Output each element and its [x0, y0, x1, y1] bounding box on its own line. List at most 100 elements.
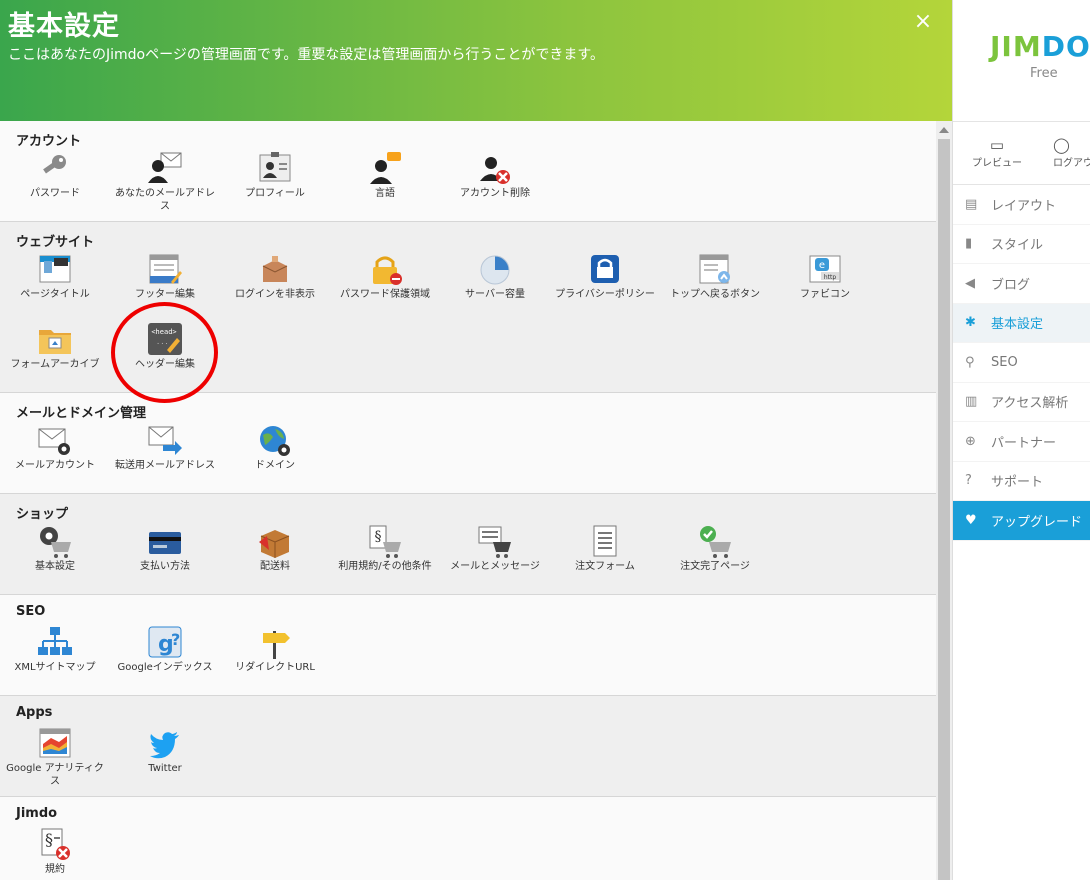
sidebar-item-8[interactable]: ♥ アップグレード: [953, 501, 1090, 541]
settings-item-label: ログインを非表示: [235, 289, 315, 300]
sidebar-item-label: スタイル: [991, 238, 1044, 254]
settings-item[interactable]: リダイレクトURL: [220, 625, 330, 695]
section-4: SEO XMLサイトマップ g? Googleインデックス リダイレクトURL: [0, 595, 936, 696]
settings-item[interactable]: メールアカウント: [0, 423, 110, 493]
settings-item[interactable]: ドメイン: [220, 423, 330, 493]
sidebar-item-0[interactable]: ▤ レイアウト: [953, 185, 1090, 225]
section-0: アカウント パスワード あなたのメールアドレス プロフィール 言語 アカウント削除: [0, 121, 936, 222]
sidebar-top-actions: ▭ プレビュー ◯ ログアウト: [953, 121, 1090, 185]
jimdo-logo[interactable]: JIMDO: [990, 30, 1090, 63]
settings-panel: 基本設定 ここはあなたのJimdoページの管理画面です。重要な設定は管理画面から…: [0, 0, 952, 880]
settings-item[interactable]: 支払い方法: [110, 524, 220, 594]
settings-item-label: Twitter: [148, 763, 182, 774]
section-items: ページタイトル フッター編集 ログインを非表示 パスワード保護領域 サーバー容量 プライバ…: [0, 252, 936, 392]
settings-item[interactable]: § 利用規約/その他条件: [330, 524, 440, 594]
settings-item[interactable]: Google アナリティクス: [0, 726, 110, 796]
user-delete-icon: [477, 151, 513, 185]
settings-item[interactable]: ページタイトル: [0, 252, 110, 322]
settings-item[interactable]: フォームアーカイブ: [0, 322, 110, 392]
preview-button[interactable]: ▭ プレビュー: [967, 136, 1027, 169]
analytics-icon: [37, 726, 73, 760]
settings-item-label: リダイレクトURL: [235, 662, 315, 673]
plan-label: Free: [1030, 66, 1058, 81]
settings-item[interactable]: トップへ戻るボタン: [660, 252, 770, 322]
settings-item[interactable]: e http ファビコン: [770, 252, 880, 322]
settings-item[interactable]: メールとメッセージ: [440, 524, 550, 594]
cart-message-icon: [477, 524, 513, 558]
settings-item[interactable]: フッター編集: [110, 252, 220, 322]
settings-item-label: 言語: [375, 188, 395, 199]
sidebar-item-label: サポート: [991, 475, 1044, 491]
settings-item-label: プロフィール: [245, 188, 305, 199]
settings-item-label: パスワード保護領域: [340, 289, 430, 300]
sidebar-item-4[interactable]: ⚲ SEO: [953, 343, 1090, 383]
svg-text:§: §: [375, 529, 382, 545]
sidebar-item-2[interactable]: ◀ ブログ: [953, 264, 1090, 304]
settings-item[interactable]: 転送用メールアドレス: [110, 423, 220, 493]
settings-item[interactable]: パスワード: [0, 151, 110, 221]
settings-content: アカウント パスワード あなたのメールアドレス プロフィール 言語 アカウント削除 ウェブサ…: [0, 121, 936, 880]
user-speech-icon: [367, 151, 403, 185]
user-mail-icon: [147, 151, 183, 185]
google-index-icon: g?: [147, 625, 183, 659]
settings-item-label: Googleインデックス: [117, 662, 213, 673]
scroll-up-arrow[interactable]: [939, 127, 949, 133]
plus-circle-icon: ⊕: [965, 433, 976, 449]
credit-card-icon: [147, 524, 183, 558]
settings-item[interactable]: プライバシーポリシー: [550, 252, 660, 322]
settings-item[interactable]: アカウント削除: [440, 151, 550, 221]
page-subtitle: ここはあなたのJimdoページの管理画面です。重要な設定は管理画面から行うことが…: [8, 47, 605, 63]
pie-chart-icon: [477, 252, 513, 286]
settings-item-label: フォームアーカイブ: [10, 359, 100, 370]
section-title: メールとドメイン管理: [16, 406, 147, 421]
bar-chart-icon: ▥: [965, 394, 978, 410]
panel-header: 基本設定 ここはあなたのJimdoページの管理画面です。重要な設定は管理画面から…: [0, 0, 952, 121]
scrollbar-thumb[interactable]: [938, 139, 950, 880]
settings-item[interactable]: パスワード保護領域: [330, 252, 440, 322]
settings-item-label: パスワード: [30, 188, 80, 199]
section-6: Jimdo § 規約: [0, 797, 936, 880]
settings-item[interactable]: 注文フォーム: [550, 524, 660, 594]
profile-card-icon: [257, 151, 293, 185]
settings-item[interactable]: プロフィール: [220, 151, 330, 221]
settings-scroll-area[interactable]: アカウント パスワード あなたのメールアドレス プロフィール 言語 アカウント削除 ウェブサ…: [0, 121, 952, 880]
settings-item[interactable]: g? Googleインデックス: [110, 625, 220, 695]
settings-item[interactable]: 基本設定: [0, 524, 110, 594]
settings-item-label: 配送料: [260, 561, 290, 572]
settings-item[interactable]: <head>... ヘッダー編集: [110, 322, 220, 392]
logout-label: ログアウト: [1053, 158, 1090, 169]
app-window: 基本設定 ここはあなたのJimdoページの管理画面です。重要な設定は管理画面から…: [0, 0, 1090, 880]
settings-item[interactable]: 注文完了ページ: [660, 524, 770, 594]
hide-login-icon: [257, 252, 293, 286]
settings-item-label: 支払い方法: [140, 561, 190, 572]
logo-part1: JIM: [990, 30, 1042, 63]
preview-label: プレビュー: [972, 158, 1022, 169]
sidebar-item-7[interactable]: ? サポート: [953, 462, 1090, 501]
sidebar-nav: ▤ レイアウト ▮ スタイル ◀ ブログ ✱ 基本設定 ⚲ SEO ▥ アクセス解析 ⊕ パートナー? サポ…: [953, 185, 1090, 541]
settings-item[interactable]: あなたのメールアドレス: [110, 151, 220, 221]
sidebar-item-6[interactable]: ⊕ パートナー: [953, 422, 1090, 462]
settings-item[interactable]: サーバー容量: [440, 252, 550, 322]
sidebar-item-label: アクセス解析: [991, 396, 1069, 412]
twitter-icon: [147, 726, 183, 760]
section-5: Apps Google アナリティクス Twitter: [0, 696, 936, 797]
sidebar-item-5[interactable]: ▥ アクセス解析: [953, 383, 1090, 422]
vertical-scrollbar[interactable]: [936, 121, 952, 880]
settings-item[interactable]: § 規約: [0, 827, 110, 880]
order-form-icon: [587, 524, 623, 558]
sidebar-item-3[interactable]: ✱ 基本設定: [953, 303, 1090, 343]
logout-button[interactable]: ◯ ログアウト: [1053, 136, 1090, 169]
signpost-icon: [257, 625, 293, 659]
sidebar-item-1[interactable]: ▮ スタイル: [953, 225, 1090, 264]
settings-item[interactable]: XMLサイトマップ: [0, 625, 110, 695]
settings-item[interactable]: Twitter: [110, 726, 220, 796]
sidebar-item-label: レイアウト: [991, 198, 1057, 214]
settings-item[interactable]: 配送料: [220, 524, 330, 594]
settings-item-label: 利用規約/その他条件: [338, 561, 432, 572]
close-button[interactable]: ×: [912, 10, 934, 34]
settings-item-label: メールとメッセージ: [450, 561, 540, 572]
settings-item[interactable]: ログインを非表示: [220, 252, 330, 322]
gear-icon: ✱: [965, 315, 976, 331]
settings-item[interactable]: 言語: [330, 151, 440, 221]
section-title: ショップ: [16, 507, 69, 522]
